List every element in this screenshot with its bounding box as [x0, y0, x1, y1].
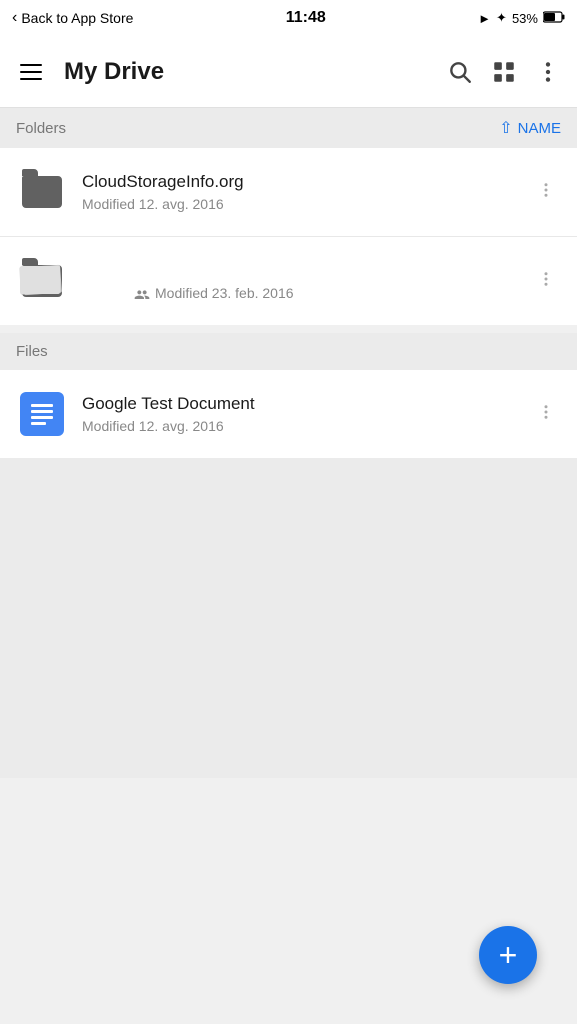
folder-modified: Modified 12. avg. 2016 [82, 196, 531, 212]
folder-name: CloudStorageInfo.org [82, 172, 531, 192]
doc-line-1 [31, 404, 53, 407]
folder-item-cloudstorageinfo[interactable]: CloudStorageInfo.org Modified 12. avg. 2… [0, 148, 577, 237]
shared-folder-info: Modified 23. feb. 2016 [134, 261, 531, 301]
back-chevron-icon: ‹ [12, 9, 17, 27]
folder-icon [16, 166, 68, 218]
status-back[interactable]: ‹ Back to App Store [12, 9, 133, 27]
folders-section-header: Folders ⇧ NAME [0, 108, 577, 148]
shared-folder-modified: Modified 23. feb. 2016 [134, 285, 531, 301]
hamburger-line-2 [20, 71, 42, 73]
files-label: Files [16, 343, 48, 360]
folders-list: CloudStorageInfo.org Modified 12. avg. 2… [0, 148, 577, 325]
page-title: My Drive [64, 58, 164, 86]
files-section-header: Files [0, 333, 577, 370]
folder-item-shared[interactable]: Modified 23. feb. 2016 [0, 237, 577, 325]
file-info: Google Test Document Modified 12. avg. 2… [82, 394, 531, 434]
more-options-button[interactable] [535, 59, 561, 85]
folders-label: Folders [16, 120, 66, 137]
status-bar: ‹ Back to App Store 11:48 ► ✦ 53% [0, 0, 577, 36]
back-label[interactable]: Back to App Store [21, 10, 133, 26]
shared-folder-shape [22, 265, 62, 297]
header-actions [447, 59, 561, 85]
grid-view-button[interactable] [491, 59, 517, 85]
doc-icon-shape [20, 392, 64, 436]
battery-icon [543, 11, 565, 26]
sort-label: NAME [518, 120, 561, 137]
folder-more-button[interactable] [531, 173, 561, 211]
shared-folder-more-button[interactable] [531, 262, 561, 300]
header-left: My Drive [16, 58, 164, 86]
file-modified: Modified 12. avg. 2016 [82, 418, 531, 434]
doc-line-4 [31, 422, 46, 425]
app-header: My Drive [0, 36, 577, 108]
battery-percent: 53% [512, 11, 538, 26]
status-indicators: ► ✦ 53% [478, 10, 565, 26]
add-button[interactable]: + [479, 926, 537, 984]
location-icon: ► [478, 11, 491, 26]
hamburger-line-1 [20, 64, 42, 66]
status-time: 11:48 [286, 9, 326, 27]
folder-info: CloudStorageInfo.org Modified 12. avg. 2… [82, 172, 531, 212]
doc-line-3 [31, 416, 53, 419]
shared-folder-icon [16, 255, 68, 307]
shared-folder-name [134, 261, 531, 281]
file-item-google-test-doc[interactable]: Google Test Document Modified 12. avg. 2… [0, 370, 577, 458]
empty-area [0, 458, 577, 778]
folder-shape [22, 176, 62, 208]
doc-line-2 [31, 410, 53, 413]
hamburger-line-3 [20, 78, 42, 80]
shared-modified-text: Modified 23. feb. 2016 [155, 285, 294, 301]
sort-arrow-icon: ⇧ [499, 118, 512, 138]
file-more-button[interactable] [531, 395, 561, 433]
search-button[interactable] [447, 59, 473, 85]
sort-button[interactable]: ⇧ NAME [499, 118, 561, 138]
add-icon: + [499, 939, 518, 971]
files-list: Google Test Document Modified 12. avg. 2… [0, 370, 577, 458]
bluetooth-icon: ✦ [496, 10, 507, 26]
doc-icon [16, 388, 68, 440]
doc-lines [31, 404, 53, 425]
menu-button[interactable] [16, 60, 46, 84]
file-name: Google Test Document [82, 394, 531, 414]
